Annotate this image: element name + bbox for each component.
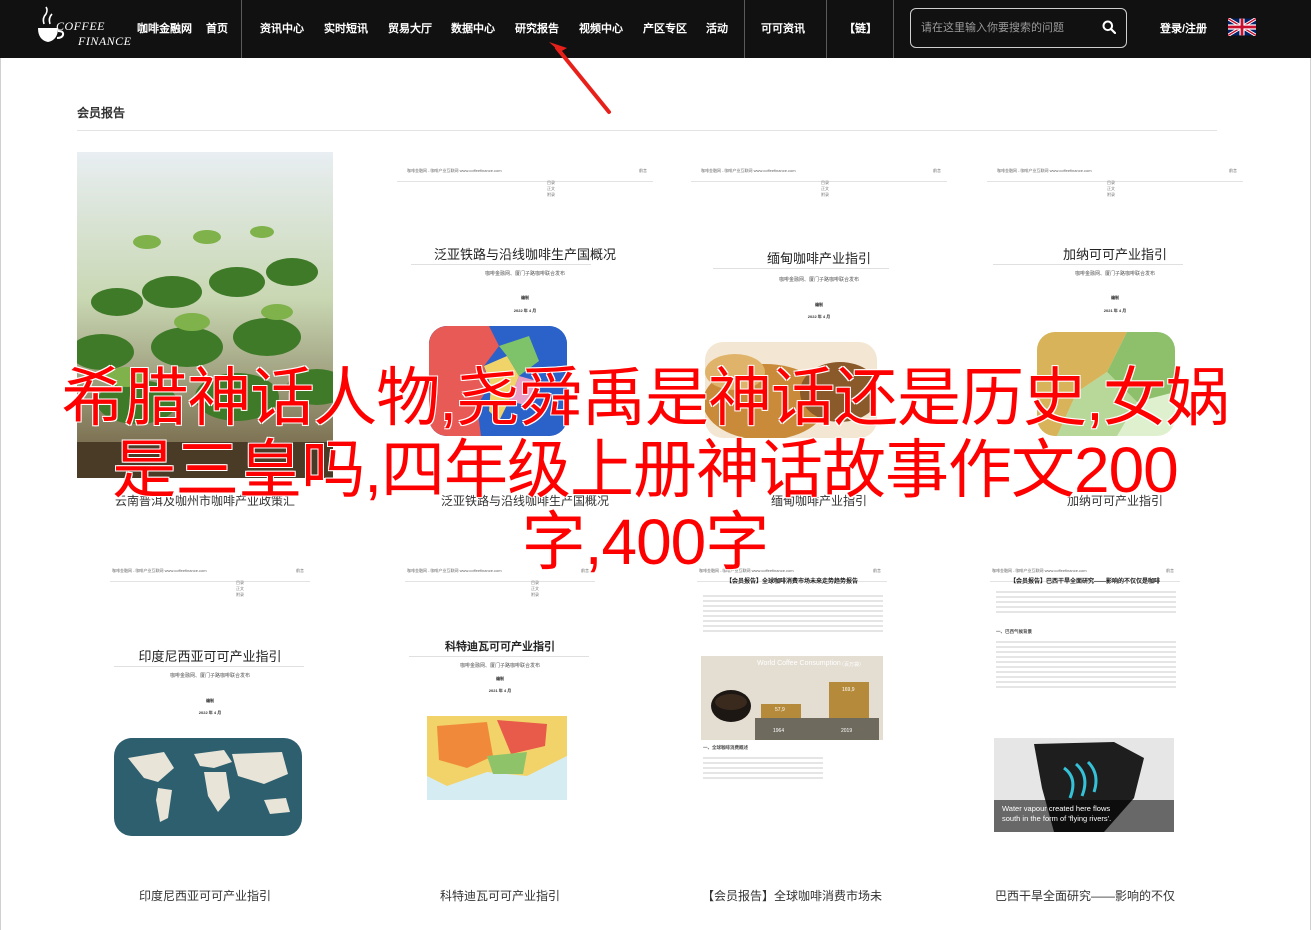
bar-1964-label: 1964 — [773, 728, 785, 734]
section-divider — [77, 130, 1217, 131]
nav-divider — [893, 0, 894, 58]
bar-1964-value: 57,9 — [775, 707, 785, 713]
nav-flash-news[interactable]: 实时短讯 — [324, 0, 368, 58]
nav-news-center[interactable]: 资讯中心 — [260, 0, 304, 58]
section-title: 会员报告 — [77, 106, 126, 120]
logo-text-coffee: COFFEE — [56, 19, 105, 33]
search-box — [910, 8, 1127, 48]
doc-title: 加纳可可产业指引 — [1062, 247, 1167, 262]
doc-header: 咖啡金融网 - 咖啡产业互联网 www.coffeefinance.com 前言 — [691, 168, 947, 182]
doc-body-text — [703, 754, 823, 782]
report-card-global-coffee-consumption[interactable]: 咖啡金融网 - 咖啡产业互联网 www.coffeefinance.com 前言… — [697, 552, 887, 878]
uk-flag-icon[interactable] — [1228, 18, 1256, 36]
coffee-cup-photo — [711, 682, 879, 740]
nav-chain[interactable]: 【链】 — [844, 0, 877, 58]
doc-header: 咖啡金融网 - 咖啡产业互联网 www.coffeefinance.com 前言 — [987, 168, 1243, 182]
doc-title: 印度尼西亚可可产业指引 — [138, 649, 282, 664]
doc-title: 缅甸咖啡产业指引 — [766, 251, 871, 266]
nav-cocoa-news[interactable]: 可可资讯 — [761, 0, 805, 58]
report-card-indonesia-cocoa[interactable]: 咖啡金融网 - 咖啡产业互联网 www.coffeefinance.com 前言… — [110, 552, 310, 878]
nav-events[interactable]: 活动 — [706, 0, 728, 58]
west-africa-map-image — [427, 716, 567, 800]
doc-toc: 目录 正文 附录 — [236, 580, 244, 597]
nav-home[interactable]: 首页 — [206, 0, 228, 58]
doc-body-text — [996, 638, 1176, 691]
nav-brand-link[interactable]: 咖啡金融网 — [137, 0, 192, 58]
logo-text-finance: FINANCE — [78, 34, 132, 48]
report-caption[interactable]: 【会员报告】全球咖啡消费市场未 — [664, 887, 920, 904]
doc-body-text — [703, 592, 883, 635]
bar-2019-label: 2019 — [841, 728, 853, 734]
doc-section-heading: 一、全球咖啡消费概述 — [703, 745, 748, 750]
coffee-consumption-figure: World Coffee Consumption （百万袋） 57,9 169,… — [701, 656, 883, 740]
doc-toc: 目录 正文 附录 — [1107, 180, 1115, 197]
world-map-image — [114, 738, 302, 836]
nav-divider — [241, 0, 242, 58]
nav-data-center[interactable]: 数据中心 — [451, 0, 495, 58]
doc-title: 泛亚铁路与沿线咖啡生产国概况 — [433, 247, 616, 262]
flying-rivers-map: Water vapour created here flows south in… — [994, 738, 1174, 832]
search-icon[interactable] — [1102, 20, 1116, 34]
nav-divider — [744, 0, 745, 58]
red-pointer-arrow-icon — [549, 42, 611, 114]
doc-toc: 目录 正文 附录 — [547, 180, 555, 197]
doc-body-text — [996, 588, 1176, 616]
report-card-ivory-coast-cocoa[interactable]: 咖啡金融网 - 咖啡产业互联网 www.coffeefinance.com 前言… — [405, 552, 595, 878]
doc-header: 咖啡金融网 - 咖啡产业互联网 www.coffeefinance.com 前言 — [397, 168, 653, 182]
coffee-finance-logo[interactable]: COFFEE FINANCE — [34, 6, 131, 50]
overlay-headline: 希腊神话人物,尧舜禹是神话还是历史,女娲是三皇吗,四年级上册神话故事作文200字… — [61, 362, 1230, 578]
report-card-brazil-drought[interactable]: 咖啡金融网 - 咖啡产业互联网 www.coffeefinance.com 前言… — [990, 552, 1180, 878]
report-caption[interactable]: 印度尼西亚可可产业指引 — [77, 887, 333, 904]
doc-title: 科特迪瓦可可产业指引 — [445, 641, 555, 653]
bar-2019-value: 169,9 — [842, 687, 855, 693]
login-register-link[interactable]: 登录/注册 — [1160, 0, 1207, 58]
west-africa-map — [427, 716, 567, 800]
world-map — [114, 738, 302, 836]
doc-toc: 目录 正文 附录 — [531, 580, 539, 597]
top-navigation-bar: COFFEE FINANCE 咖啡金融网 首页 资讯中心 实时短讯 贸易大厅 数… — [0, 0, 1311, 58]
nav-trade-hall[interactable]: 贸易大厅 — [388, 0, 432, 58]
nav-origin-zone[interactable]: 产区专区 — [643, 0, 687, 58]
search-input[interactable] — [921, 9, 1101, 47]
doc-section-heading: 一、巴西气候背景 — [996, 629, 1032, 634]
report-caption[interactable]: 科特迪瓦可可产业指引 — [372, 887, 628, 904]
report-caption[interactable]: 巴西干旱全面研究——影响的不仅 — [957, 887, 1213, 904]
doc-toc: 目录 正文 附录 — [821, 180, 829, 197]
nav-divider — [826, 0, 827, 58]
